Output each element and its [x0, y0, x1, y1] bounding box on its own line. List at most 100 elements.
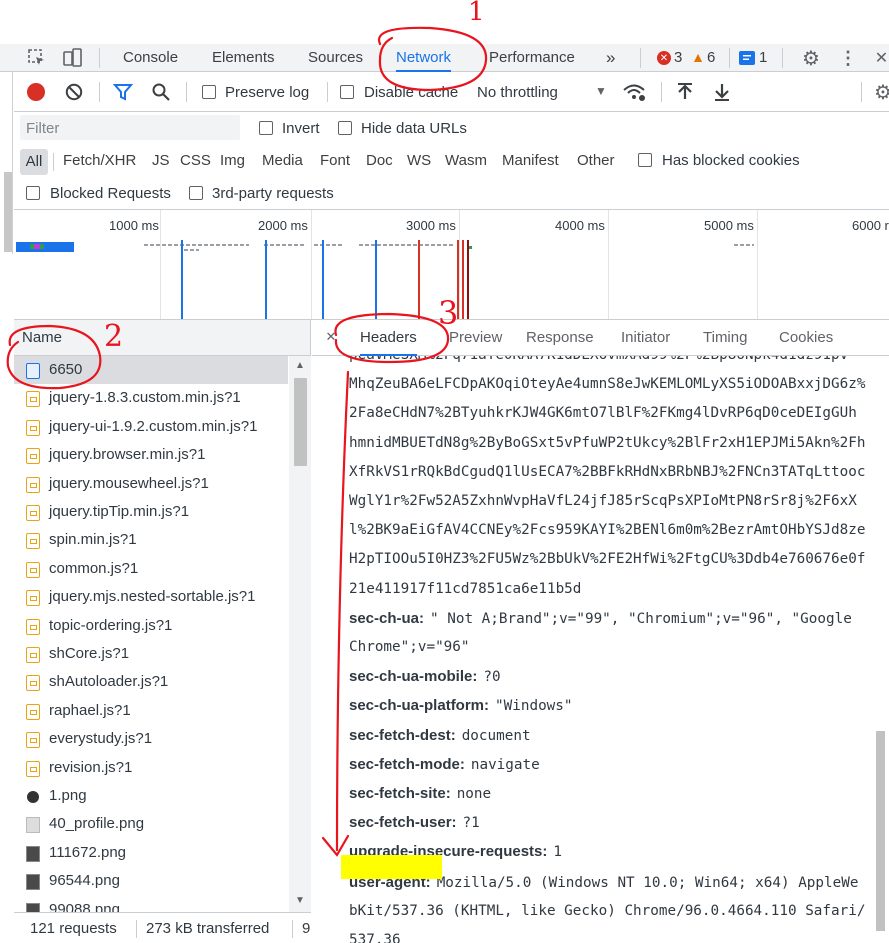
throttling-select[interactable]: No throttling: [477, 84, 558, 101]
filter-funnel-icon[interactable]: [113, 83, 133, 101]
request-row[interactable]: raphael.js?1: [14, 697, 288, 725]
request-name: jquery.mjs.nested-sortable.js?1: [49, 588, 256, 606]
third-party-label[interactable]: 3rd-party requests: [212, 185, 334, 202]
invert-label[interactable]: Invert: [282, 120, 320, 137]
more-tabs-button[interactable]: »: [606, 44, 615, 72]
close-devtools-icon[interactable]: ✕: [874, 48, 889, 68]
inspect-element-icon[interactable]: [26, 47, 48, 69]
type-filter-other[interactable]: Other: [577, 152, 615, 169]
script-file-icon: [26, 732, 40, 749]
network-conditions-icon[interactable]: [622, 81, 646, 103]
request-row[interactable]: 6650: [14, 356, 288, 385]
tab-timing[interactable]: Timing: [703, 329, 747, 346]
more-options-icon[interactable]: ⋮: [839, 48, 857, 68]
tab-preview[interactable]: Preview: [449, 329, 502, 346]
tab-network[interactable]: Network: [396, 44, 452, 72]
request-row[interactable]: jquery-1.8.3.custom.min.js?1: [14, 384, 288, 412]
request-row[interactable]: common.js?1: [14, 555, 288, 583]
tab-elements[interactable]: Elements: [212, 44, 275, 72]
blocked-requests-label[interactable]: Blocked Requests: [50, 185, 171, 202]
tab-cookies[interactable]: Cookies: [779, 329, 833, 346]
request-name: 6650: [49, 361, 83, 378]
tab-response[interactable]: Response: [526, 329, 594, 346]
message-count[interactable]: 1: [759, 44, 767, 72]
request-row[interactable]: jquery.mousewheel.js?1: [14, 470, 288, 498]
request-row[interactable]: spin.min.js?1: [14, 526, 288, 554]
type-filter-wasm[interactable]: Wasm: [445, 152, 487, 169]
request-row[interactable]: 99088.png: [14, 896, 288, 912]
import-har-icon[interactable]: [675, 82, 695, 102]
tab-sources[interactable]: Sources: [308, 44, 363, 72]
invert-checkbox[interactable]: [259, 121, 273, 135]
record-icon[interactable]: [27, 83, 45, 101]
type-filter-css[interactable]: CSS: [180, 152, 211, 169]
request-row[interactable]: shCore.js?1: [14, 640, 288, 668]
script-file-icon: [26, 675, 40, 692]
scroll-down-icon[interactable]: ▼: [294, 894, 306, 906]
tab-headers[interactable]: Headers: [360, 329, 417, 356]
request-name: jquery.browser.min.js?1: [49, 446, 206, 464]
scroll-up-icon[interactable]: ▲: [294, 359, 306, 371]
timeline-overview[interactable]: 1000 ms 2000 ms 3000 ms 4000 ms 5000 ms …: [14, 210, 889, 320]
request-name: 96544.png: [49, 872, 120, 890]
device-toolbar-icon[interactable]: [60, 47, 84, 69]
type-filter-media[interactable]: Media: [262, 152, 303, 169]
type-filter-fetch-xhr[interactable]: Fetch/XHR: [63, 152, 136, 169]
preserve-log-checkbox[interactable]: [202, 85, 216, 99]
error-icon: ✕: [657, 51, 671, 65]
has-blocked-cookies-checkbox[interactable]: [638, 153, 652, 167]
request-row[interactable]: shAutoloader.js?1: [14, 668, 288, 696]
headers-scroll-thumb[interactable]: [876, 731, 885, 931]
header-value: navigate: [470, 756, 540, 773]
request-list-scrollbar[interactable]: ▲ ▼: [289, 356, 311, 912]
type-filter-img[interactable]: Img: [220, 152, 245, 169]
scroll-thumb[interactable]: [294, 378, 307, 466]
third-party-checkbox[interactable]: [189, 186, 203, 200]
header-row: sec-ch-ua-mobile: ?0: [349, 668, 889, 685]
request-row[interactable]: jquery.tipTip.min.js?1: [14, 498, 288, 526]
settings-gear-icon[interactable]: ⚙: [800, 48, 822, 70]
type-filter-js[interactable]: JS: [152, 152, 170, 169]
type-filter-font[interactable]: Font: [320, 152, 350, 169]
name-column-header[interactable]: Name: [14, 320, 311, 356]
request-row[interactable]: everystudy.js?1: [14, 725, 288, 753]
headers-scrollbar[interactable]: [872, 356, 889, 943]
request-row[interactable]: revision.js?1: [14, 754, 288, 782]
has-blocked-cookies-label[interactable]: Has blocked cookies: [662, 152, 800, 169]
request-row[interactable]: jquery.browser.min.js?1: [14, 441, 288, 469]
request-row[interactable]: 1.png: [14, 782, 288, 810]
close-detail-icon[interactable]: ✕: [324, 329, 338, 344]
tab-performance[interactable]: Performance: [489, 44, 575, 72]
request-count: 121 requests: [30, 920, 117, 937]
chevron-down-icon[interactable]: ▼: [594, 84, 608, 98]
clear-icon[interactable]: [65, 83, 83, 101]
hide-data-urls-checkbox[interactable]: [338, 121, 352, 135]
request-row[interactable]: 111672.png: [14, 839, 288, 867]
request-row[interactable]: jquery.mjs.nested-sortable.js?1: [14, 583, 288, 611]
type-filter-doc[interactable]: Doc: [366, 152, 393, 169]
export-har-icon[interactable]: [712, 82, 732, 102]
left-scroll-thumb[interactable]: [4, 172, 12, 252]
hide-data-urls-label[interactable]: Hide data URLs: [361, 120, 467, 137]
tab-console[interactable]: Console: [123, 44, 178, 72]
type-filter-ws[interactable]: WS: [407, 152, 431, 169]
blocked-requests-checkbox[interactable]: [26, 186, 40, 200]
disable-cache-checkbox[interactable]: [340, 85, 354, 99]
disable-cache-label[interactable]: Disable cache: [364, 84, 458, 101]
request-row[interactable]: 96544.png: [14, 867, 288, 895]
preserve-log-label[interactable]: Preserve log: [225, 84, 309, 101]
request-row[interactable]: 40_profile.png: [14, 810, 288, 838]
request-row[interactable]: jquery-ui-1.9.2.custom.min.js?1: [14, 413, 288, 441]
devtools-tab-bar: Console Elements Sources Network Perform…: [0, 44, 889, 72]
error-count[interactable]: 3: [674, 44, 682, 72]
filter-input[interactable]: Filter: [20, 115, 240, 140]
user-agent-continued: 537.36: [349, 932, 401, 943]
network-settings-icon[interactable]: ⚙: [874, 81, 889, 104]
warning-count[interactable]: 6: [707, 44, 715, 72]
search-icon[interactable]: [151, 82, 171, 102]
tab-initiator[interactable]: Initiator: [621, 329, 670, 346]
type-filter-all[interactable]: All: [20, 149, 48, 175]
request-row[interactable]: topic-ordering.js?1: [14, 612, 288, 640]
header-value: Mozilla/5.0 (Windows NT 10.0; Win64; x64…: [436, 874, 859, 891]
type-filter-manifest[interactable]: Manifest: [502, 152, 559, 169]
